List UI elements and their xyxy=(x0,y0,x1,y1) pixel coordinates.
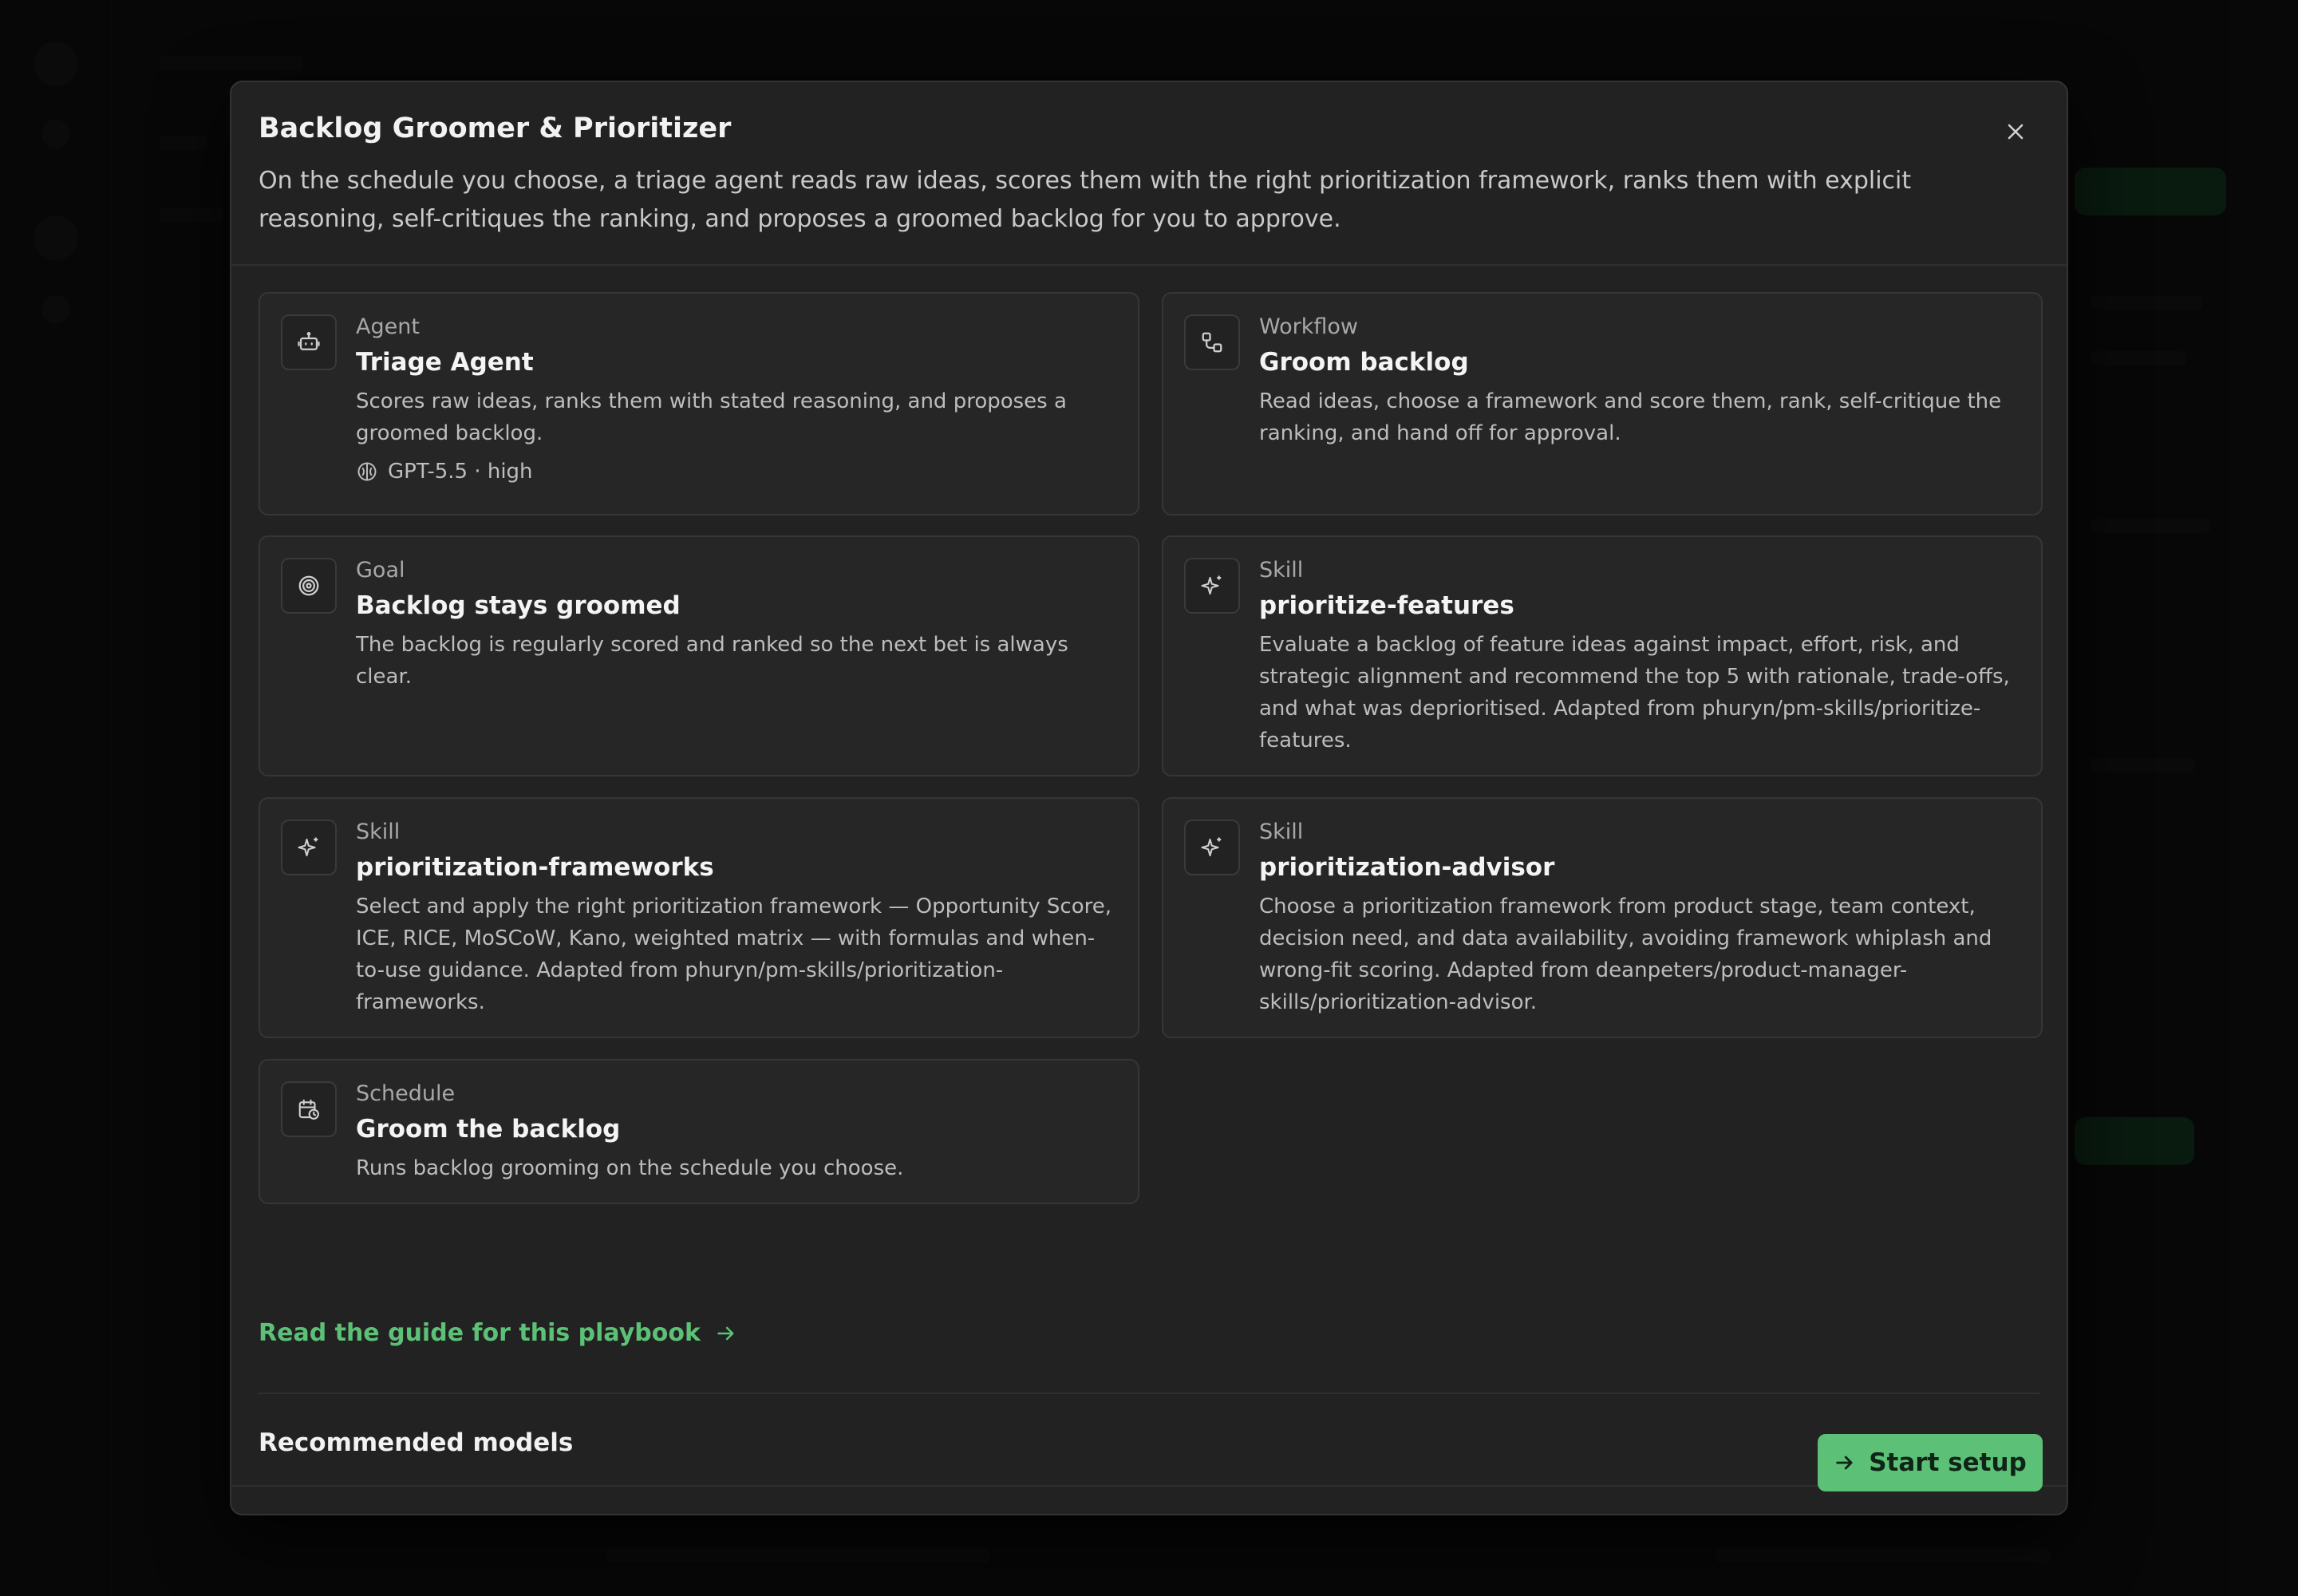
recommended-models-title: Recommended models xyxy=(259,1428,574,1457)
start-setup-button[interactable]: Start setup xyxy=(1818,1434,2043,1491)
card-name: Groom the backlog xyxy=(356,1115,621,1144)
sparkle-icon xyxy=(1184,820,1240,875)
footer-divider xyxy=(231,1485,2067,1487)
modal-header: Backlog Groomer & Prioritizer On the sch… xyxy=(231,82,2067,266)
sparkle-icon xyxy=(1184,558,1240,614)
modal-title: Backlog Groomer & Prioritizer xyxy=(259,113,732,144)
robot-icon xyxy=(281,314,337,370)
card-kind: Schedule xyxy=(356,1081,456,1106)
card-name: prioritize-features xyxy=(1259,591,1514,620)
card-body: Evaluate a backlog of feature ideas agai… xyxy=(1259,633,2010,753)
card-schedule[interactable]: Schedule Groom the backlog Runs backlog … xyxy=(259,1059,1139,1204)
calendar-clock-icon xyxy=(281,1081,337,1137)
card-kind: Skill xyxy=(1259,558,1304,583)
card-kind: Goal xyxy=(356,558,405,583)
card-body: Runs backlog grooming on the schedule yo… xyxy=(356,1156,904,1180)
card-name: prioritization-advisor xyxy=(1259,853,1555,882)
model-badge: GPT-5.5 · high xyxy=(356,460,533,484)
card-skill-prioritization-advisor[interactable]: Skill prioritization-advisor Choose a pr… xyxy=(1162,797,2043,1038)
workflow-icon xyxy=(1184,314,1240,370)
card-kind: Workflow xyxy=(1259,314,1358,339)
start-setup-label: Start setup xyxy=(1869,1448,2027,1477)
card-skill-prioritization-frameworks[interactable]: Skill prioritization-frameworks Select a… xyxy=(259,797,1139,1038)
close-icon xyxy=(2008,124,2024,140)
brain-icon xyxy=(357,462,377,481)
playbook-modal: Backlog Groomer & Prioritizer On the sch… xyxy=(230,81,2068,1515)
card-body: The backlog is regularly scored and rank… xyxy=(356,633,1068,689)
target-icon xyxy=(281,558,337,614)
card-name: Backlog stays groomed xyxy=(356,591,681,620)
card-skill-prioritize-features[interactable]: Skill prioritize-features Evaluate a bac… xyxy=(1162,535,2043,776)
guide-link[interactable]: Read the guide for this playbook xyxy=(259,1319,737,1347)
card-body: Scores raw ideas, ranks them with stated… xyxy=(356,389,1067,445)
card-kind: Agent xyxy=(356,314,420,339)
card-workflow[interactable]: Workflow Groom backlog Read ideas, choos… xyxy=(1162,292,2043,516)
card-name: prioritization-frameworks xyxy=(356,853,714,882)
card-name: Triage Agent xyxy=(356,348,534,377)
sparkle-icon xyxy=(281,820,337,875)
card-kind: Skill xyxy=(1259,820,1304,844)
model-label: GPT-5.5 · high xyxy=(388,460,533,484)
card-body: Read ideas, choose a framework and score… xyxy=(1259,389,2002,445)
guide-link-label: Read the guide for this playbook xyxy=(259,1319,701,1347)
card-agent[interactable]: Agent Triage Agent Scores raw ideas, ran… xyxy=(259,292,1139,516)
section-divider xyxy=(259,1393,2039,1394)
card-body: Select and apply the right prioritizatio… xyxy=(356,895,1111,1014)
arrow-right-icon xyxy=(717,1326,734,1340)
card-kind: Skill xyxy=(356,820,401,844)
arrow-right-icon xyxy=(1836,1456,1853,1470)
card-body: Choose a prioritization framework from p… xyxy=(1259,895,1992,1014)
close-button[interactable] xyxy=(1998,114,2033,149)
card-name: Groom backlog xyxy=(1259,348,1469,377)
card-goal[interactable]: Goal Backlog stays groomed The backlog i… xyxy=(259,535,1139,776)
modal-description: On the schedule you choose, a triage age… xyxy=(259,167,1912,233)
